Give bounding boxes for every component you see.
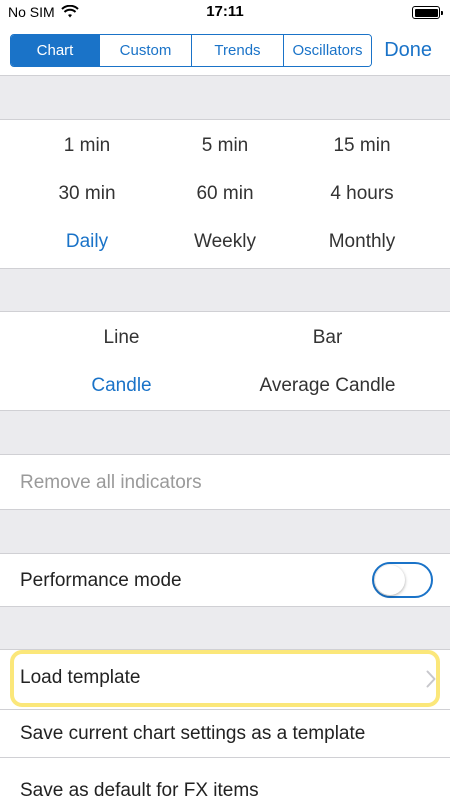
- timeframe-weekly[interactable]: Weekly: [150, 231, 300, 253]
- save-default-label: Save as default for FX items: [20, 780, 259, 800]
- done-button[interactable]: Done: [384, 39, 432, 62]
- tab-segmented-control: Chart Custom Trends Oscillators: [10, 34, 372, 67]
- tab-trends[interactable]: Trends: [192, 35, 284, 66]
- top-bar: Chart Custom Trends Oscillators Done: [0, 24, 450, 76]
- timeframe-5-min[interactable]: 5 min: [150, 135, 300, 157]
- save-default-row[interactable]: Save as default for FX items: [0, 757, 450, 800]
- tab-oscillators[interactable]: Oscillators: [284, 35, 371, 66]
- performance-mode-row: Performance mode: [0, 553, 450, 606]
- section-spacer: [0, 268, 450, 311]
- section-spacer: [0, 410, 450, 454]
- battery-icon: [412, 6, 443, 19]
- timeframe-30-min[interactable]: 30 min: [12, 183, 162, 205]
- load-template-label: Load template: [20, 667, 141, 688]
- section-spacer: [0, 76, 450, 119]
- remove-all-indicators-label: Remove all indicators: [20, 472, 202, 493]
- status-bar: No SIM 17:11: [0, 0, 450, 24]
- timeframe-monthly[interactable]: Monthly: [287, 231, 437, 253]
- chevron-right-icon: [426, 670, 436, 688]
- save-template-label: Save current chart settings as a templat…: [20, 723, 366, 744]
- chart-type-candle[interactable]: Candle: [9, 375, 234, 397]
- timeframe-daily[interactable]: Daily: [12, 231, 162, 253]
- chart-type-average-candle[interactable]: Average Candle: [215, 375, 440, 397]
- save-template-row[interactable]: Save current chart settings as a templat…: [0, 709, 450, 757]
- remove-all-indicators-row[interactable]: Remove all indicators: [0, 454, 450, 509]
- load-template-row[interactable]: Load template: [0, 649, 450, 709]
- timeframe-15-min[interactable]: 15 min: [287, 135, 437, 157]
- chart-type-selector: Line Bar Candle Average Candle: [0, 311, 450, 410]
- section-spacer: [0, 509, 450, 553]
- timeframe-4-hours[interactable]: 4 hours: [287, 183, 437, 205]
- toggle-knob: [375, 565, 405, 595]
- chart-type-bar[interactable]: Bar: [215, 327, 440, 349]
- tab-custom[interactable]: Custom: [100, 35, 192, 66]
- performance-mode-toggle[interactable]: [372, 562, 433, 598]
- status-time: 17:11: [206, 3, 244, 20]
- tab-chart[interactable]: Chart: [11, 35, 100, 66]
- timeframe-60-min[interactable]: 60 min: [150, 183, 300, 205]
- timeframe-1-min[interactable]: 1 min: [12, 135, 162, 157]
- performance-mode-label: Performance mode: [20, 570, 182, 591]
- chart-type-line[interactable]: Line: [9, 327, 234, 349]
- timeframe-selector: 1 min 5 min 15 min 30 min 60 min 4 hours…: [0, 119, 450, 268]
- section-spacer: [0, 606, 450, 649]
